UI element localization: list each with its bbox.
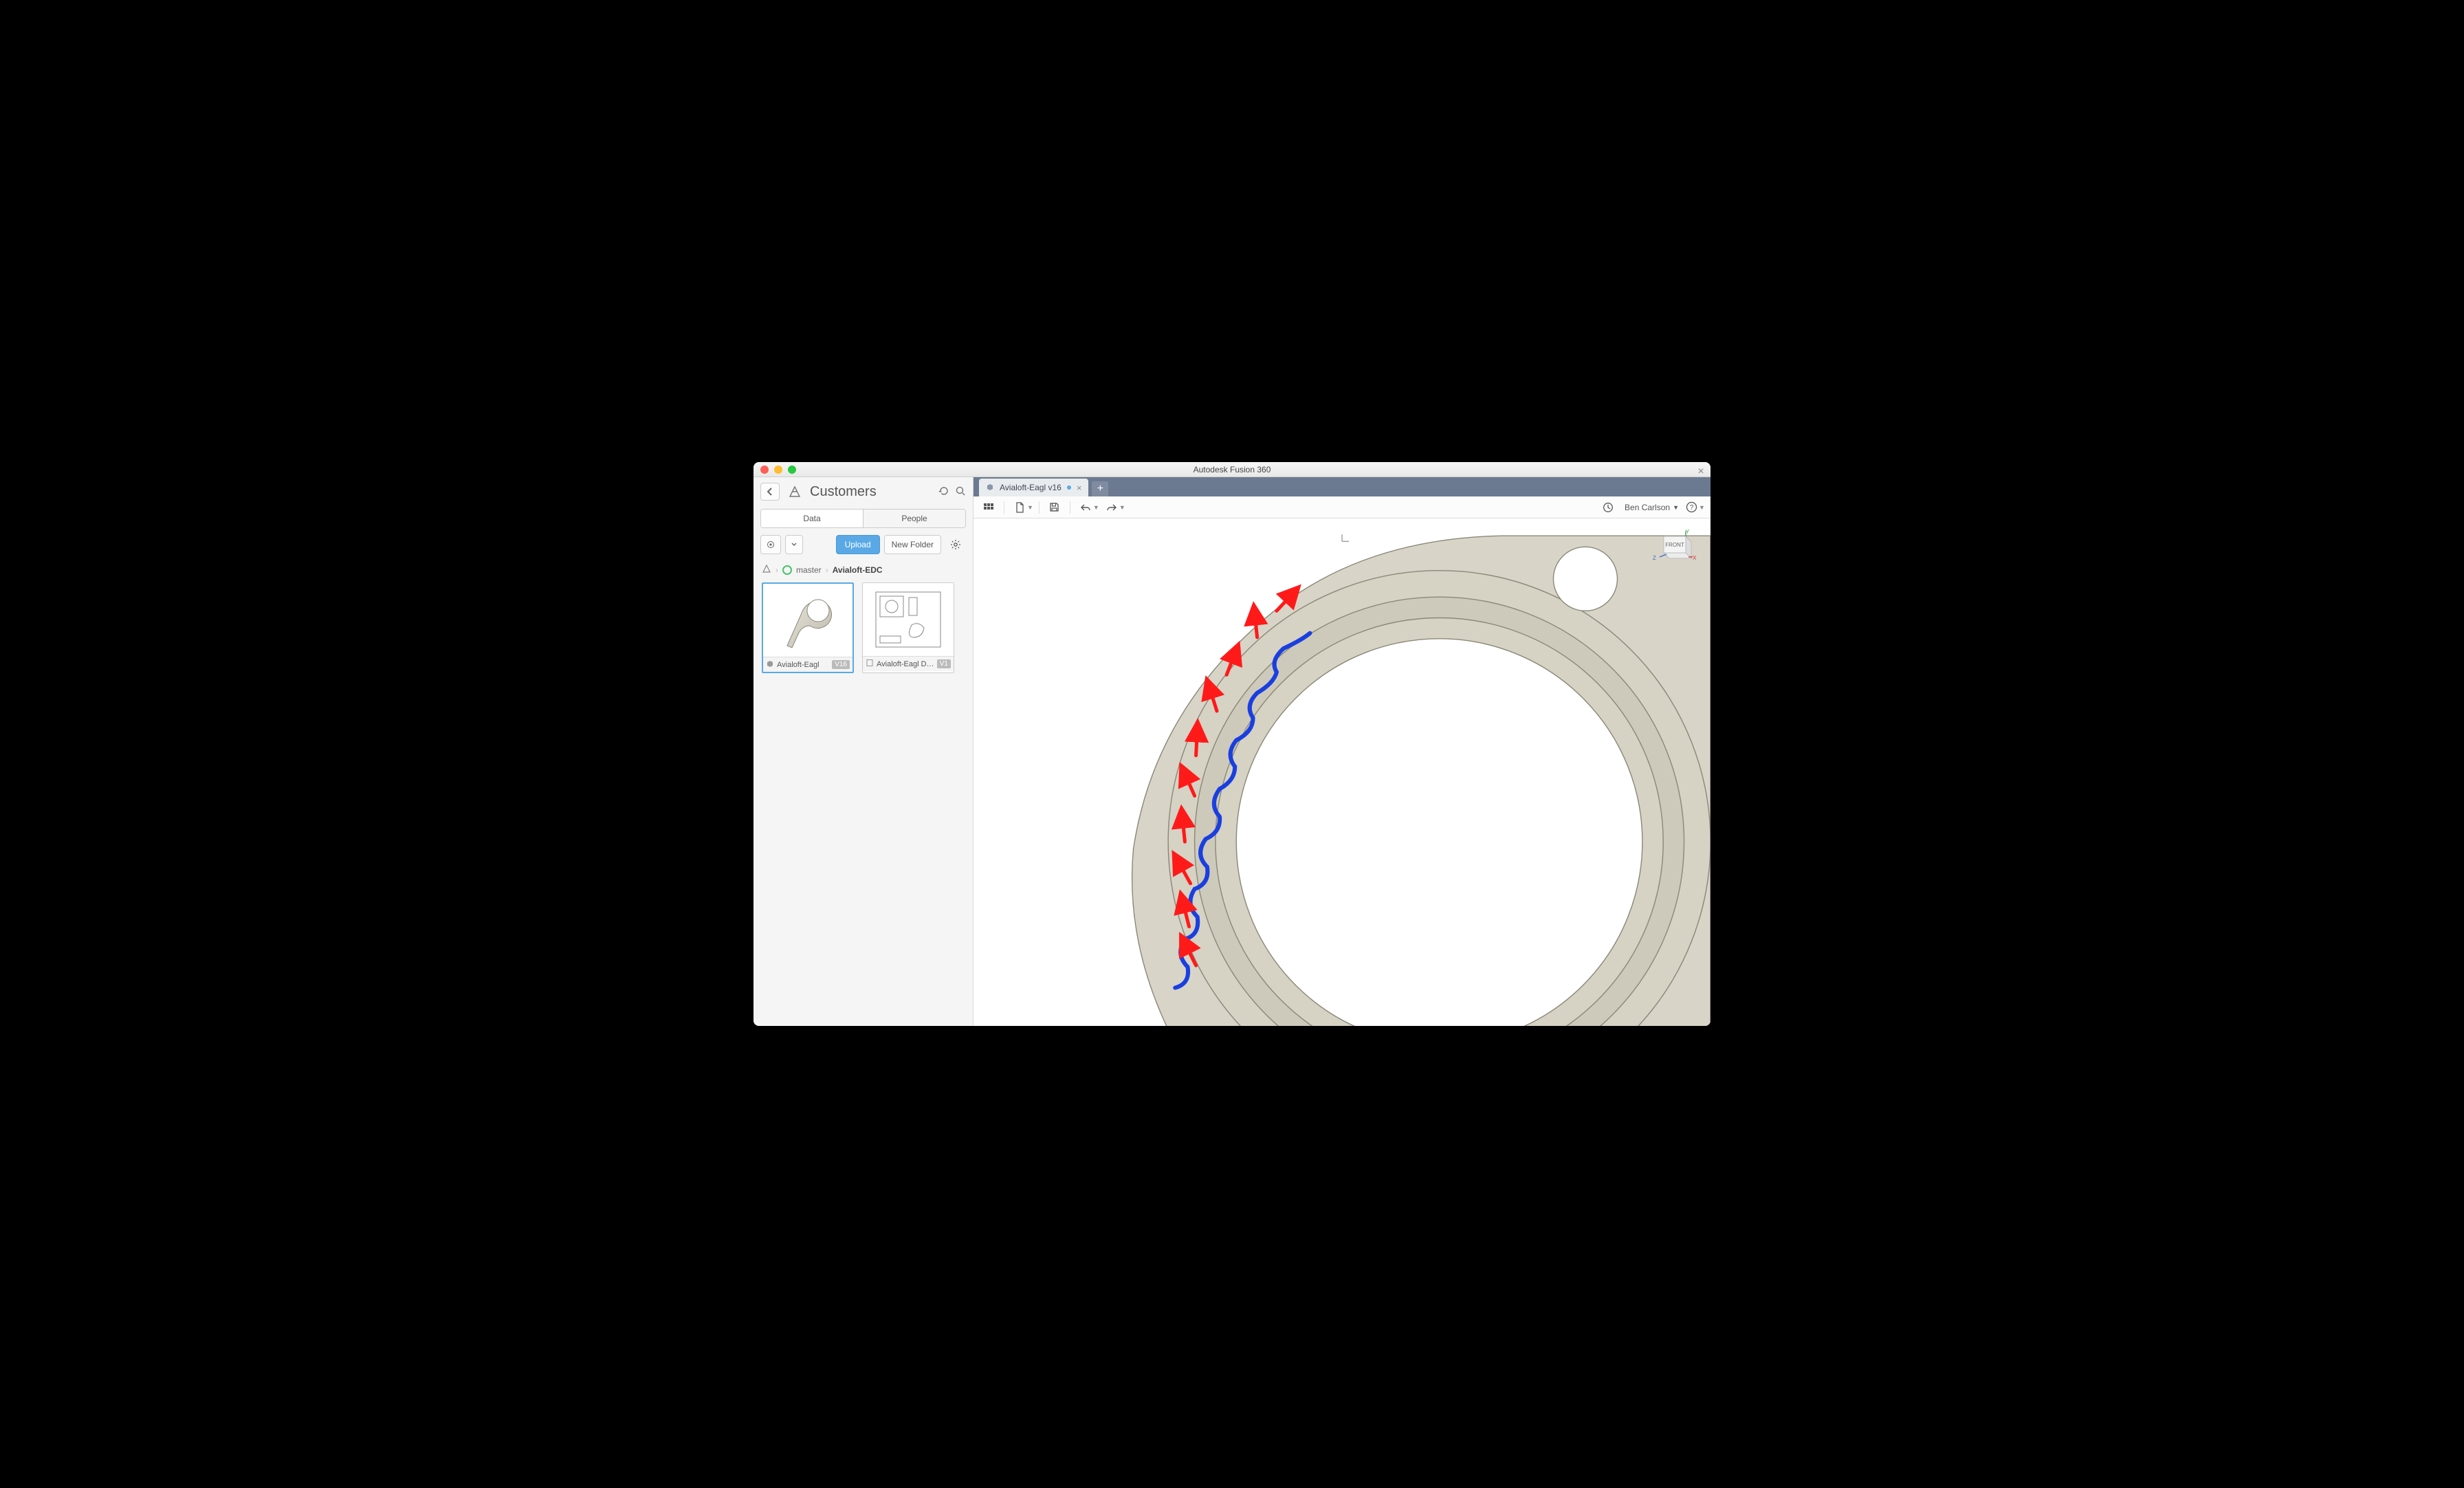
filter-dropdown[interactable] (785, 535, 803, 554)
refresh-button[interactable] (938, 485, 949, 499)
document-tab[interactable]: Avialoft-Eagl v16 × (979, 479, 1088, 496)
refresh-icon (938, 485, 949, 496)
chevron-down-icon (791, 543, 797, 547)
fusion-logo-icon (785, 483, 804, 501)
window-controls (754, 466, 796, 474)
model-icon (766, 659, 774, 670)
breadcrumb: › master › Avialoft-EDC (754, 561, 973, 582)
drawing-icon (866, 659, 874, 669)
origin-triad (1342, 534, 1349, 541)
document-icon (986, 483, 994, 493)
svg-text:?: ? (1690, 504, 1694, 512)
unsaved-indicator (1067, 485, 1071, 490)
data-panel-toggle[interactable] (979, 499, 998, 516)
thumbnail-preview (863, 583, 954, 656)
tab-close-button[interactable]: × (1077, 483, 1082, 493)
undo-icon (1080, 503, 1091, 512)
breadcrumb-folder[interactable]: Avialoft-EDC (833, 565, 883, 575)
document-tab-bar: Avialoft-Eagl v16 × + (974, 477, 1710, 496)
mac-titlebar: Autodesk Fusion 360 (754, 462, 1710, 477)
chevron-down-icon: ▼ (1119, 504, 1125, 511)
project-name: Customers (810, 484, 877, 500)
save-button[interactable] (1045, 499, 1064, 516)
view-cube[interactable]: Y X Z FRONT (1650, 527, 1697, 565)
design-area: Avialoft-Eagl v16 × + (974, 477, 1710, 1026)
chevron-down-icon: ▼ (1027, 504, 1033, 511)
search-icon (955, 485, 966, 496)
save-icon (1049, 502, 1059, 512)
app-window: Autodesk Fusion 360 × Customers (754, 462, 1710, 1026)
breadcrumb-separator: › (826, 565, 828, 575)
help-menu[interactable]: ? ▼ (1686, 499, 1705, 516)
file-menu[interactable] (1010, 499, 1029, 516)
gear-icon (950, 539, 961, 550)
breadcrumb-branch[interactable]: master (796, 565, 822, 575)
version-badge: V1 (937, 659, 951, 668)
chevron-down-icon: ▼ (1673, 504, 1679, 511)
data-panel-tabs: Data People (760, 509, 966, 528)
file-thumbnail[interactable]: Avialoft-Eagl Dra... V1 (862, 582, 954, 673)
undo-button[interactable] (1076, 499, 1095, 516)
file-icon (1015, 502, 1024, 513)
filter-button[interactable] (760, 535, 781, 554)
file-thumbnail[interactable]: Avialoft-Eagl V16 (762, 582, 854, 673)
chevron-left-icon (767, 488, 773, 496)
search-button[interactable] (955, 485, 966, 499)
data-panel-close-button[interactable]: × (1694, 465, 1708, 479)
clock-icon (1603, 502, 1614, 513)
version-badge: V16 (832, 660, 850, 669)
document-tab-label: Avialoft-Eagl v16 (1000, 483, 1062, 492)
data-panel-grid: Avialoft-Eagl V16 (754, 582, 973, 673)
file-name: Avialoft-Eagl Dra... (877, 660, 934, 668)
axis-z-label: Z (1653, 555, 1656, 561)
settings-button[interactable] (945, 535, 966, 554)
tab-data[interactable]: Data (761, 510, 864, 527)
chevron-down-icon: ▼ (1699, 504, 1705, 511)
model-canvas[interactable]: Y X Z FRONT (974, 518, 1710, 1026)
model-view (974, 518, 1710, 1026)
window-title: Autodesk Fusion 360 (754, 465, 1710, 474)
activity-button[interactable] (1598, 499, 1618, 516)
grid-icon (983, 503, 994, 512)
upload-button[interactable]: Upload (836, 535, 880, 554)
app-body: × Customers Data (754, 477, 1710, 1026)
file-name: Avialoft-Eagl (777, 661, 829, 669)
window-minimize-button[interactable] (774, 466, 782, 474)
viewcube-face-label: FRONT (1665, 542, 1684, 548)
part-geometry (1132, 536, 1710, 1026)
data-panel-header: Customers (754, 477, 973, 506)
help-icon: ? (1686, 501, 1697, 513)
eye-filter-icon (765, 540, 776, 549)
new-folder-button[interactable]: New Folder (884, 535, 941, 554)
breadcrumb-separator: › (776, 565, 778, 575)
axis-x-label: X (1693, 555, 1697, 561)
new-tab-button[interactable]: + (1092, 481, 1108, 496)
redo-button[interactable] (1102, 499, 1121, 516)
window-zoom-button[interactable] (788, 466, 796, 474)
axis-y-label: Y (1686, 529, 1690, 535)
tab-people[interactable]: People (864, 510, 965, 527)
data-panel-toolbar: Upload New Folder (754, 528, 973, 561)
fusion-root-icon[interactable] (762, 564, 771, 576)
account-menu[interactable]: Ben Carlson ▼ (1625, 503, 1679, 512)
quick-access-toolbar: ▼ ▼ ▼ (974, 496, 1710, 518)
back-button[interactable] (760, 483, 780, 501)
window-close-button[interactable] (760, 466, 769, 474)
user-name: Ben Carlson (1625, 503, 1670, 512)
branch-icon (782, 565, 792, 575)
redo-icon (1106, 503, 1117, 512)
thumbnail-preview (763, 584, 852, 657)
data-panel: × Customers Data (754, 477, 974, 1026)
chevron-down-icon: ▼ (1093, 504, 1099, 511)
